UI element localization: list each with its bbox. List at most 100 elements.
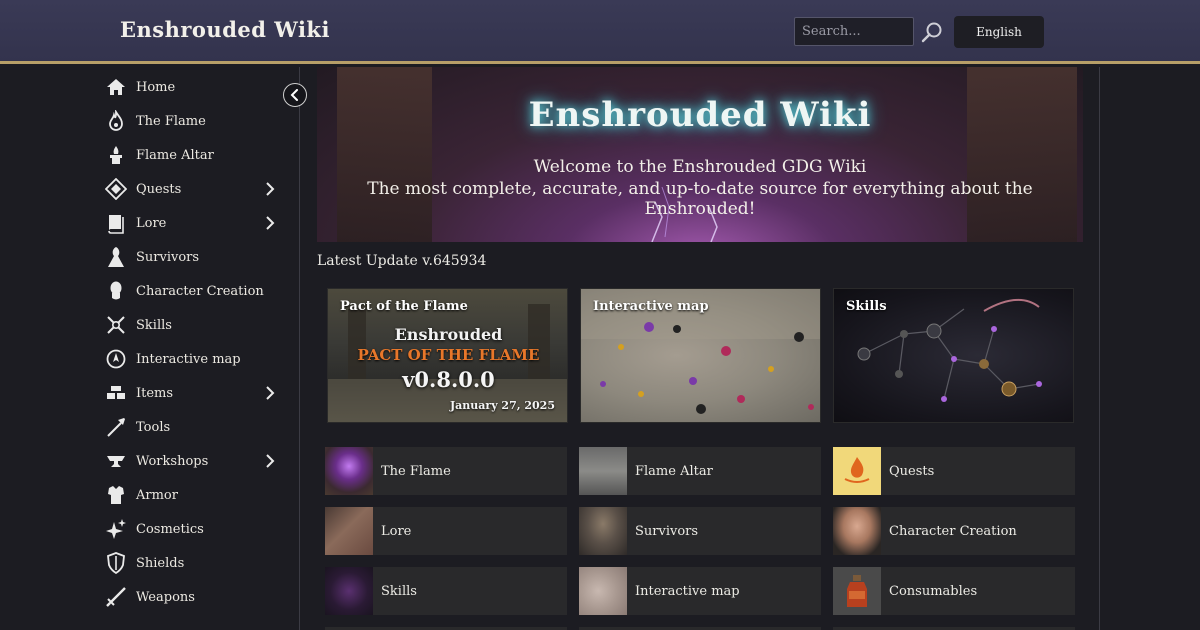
sidebar-item-label: Cosmetics — [136, 521, 204, 537]
sidebar-item-the-flame[interactable]: The Flame — [104, 106, 284, 136]
open-book-thumbnail — [325, 507, 373, 555]
sidebar-item-label: Armor — [136, 487, 178, 503]
sidebar-collapse-button[interactable] — [283, 83, 307, 107]
survivors-icon — [104, 245, 128, 269]
sidebar-item-skills[interactable]: Skills — [104, 310, 284, 340]
tile-label: Skills — [381, 583, 417, 599]
tile-label: The Flame — [381, 463, 451, 479]
search-input[interactable] — [794, 17, 914, 46]
sword-icon — [104, 585, 128, 609]
sidebar-item-label: Shields — [136, 555, 185, 571]
sidebar-item-quests[interactable]: Quests — [104, 174, 284, 204]
sparkle-icon — [104, 517, 128, 541]
tile-label: Lore — [381, 523, 412, 539]
tile-label: Interactive map — [635, 583, 740, 599]
sidebar-item-label: Skills — [136, 317, 172, 333]
chevron-left-icon — [290, 89, 298, 101]
latest-update-text: Latest Update v.645934 — [317, 253, 487, 269]
skills-icon — [104, 313, 128, 337]
sidebar-item-weapons[interactable]: Weapons — [104, 582, 284, 612]
feature-card-title: Skills — [846, 299, 887, 314]
search-button[interactable] — [920, 20, 944, 44]
tile-label: Quests — [889, 463, 935, 479]
tile-character-creation[interactable]: Character Creation — [833, 507, 1075, 555]
sidebar-item-label: Character Creation — [136, 283, 264, 299]
tile-label: Character Creation — [889, 523, 1017, 539]
skill-orbs-thumbnail — [325, 567, 373, 615]
sidebar-item-lore[interactable]: Lore — [104, 208, 284, 238]
hero-welcome-text: Welcome to the Enshrouded GDG Wiki — [533, 157, 867, 177]
sidebar-item-shields[interactable]: Shields — [104, 548, 284, 578]
sidebar-item-label: Flame Altar — [136, 147, 214, 163]
character-head-icon — [104, 279, 128, 303]
tile-interactive-map[interactable]: Interactive map — [579, 567, 821, 615]
items-icon — [104, 381, 128, 405]
sidebar-item-tools[interactable]: Tools — [104, 412, 284, 442]
character-portrait-thumbnail — [833, 507, 881, 555]
feature-card-title: Pact of the Flame — [340, 299, 468, 314]
hero-banner: Enshrouded Wiki Welcome to the Enshroude… — [317, 67, 1083, 242]
hero-logo: Enshrouded Wiki — [528, 95, 872, 135]
sidebar-item-character-creation[interactable]: Character Creation — [104, 276, 284, 306]
quest-flame-emblem-thumbnail — [833, 447, 881, 495]
anvil-icon — [104, 449, 128, 473]
armor-icon — [104, 483, 128, 507]
sidebar-item-workshops[interactable]: Workshops — [104, 446, 284, 476]
chevron-right-icon[interactable] — [264, 181, 276, 197]
hero-tagline-text: The most complete, accurate, and up-to-d… — [367, 179, 1033, 219]
sidebar-item-label: Quests — [136, 181, 182, 197]
tile-survivors[interactable]: Survivors — [579, 507, 821, 555]
feature-card-skills[interactable]: Skills — [833, 288, 1074, 423]
tile-label: Flame Altar — [635, 463, 713, 479]
tile-label: Survivors — [635, 523, 699, 539]
feature-card-title: Interactive map — [593, 299, 709, 314]
tile-consumables[interactable]: Consumables — [833, 567, 1075, 615]
sidebar-item-items[interactable]: Items — [104, 378, 284, 408]
chevron-right-icon[interactable] — [264, 453, 276, 469]
sidebar-item-cosmetics[interactable]: Cosmetics — [104, 514, 284, 544]
survivor-portrait-thumbnail — [579, 507, 627, 555]
pact-subtitle: PACT OF THE FLAME — [357, 346, 540, 364]
sidebar-item-label: Home — [136, 79, 176, 95]
tile-label: Consumables — [889, 583, 978, 599]
sidebar-item-label: Tools — [136, 419, 171, 435]
flame-icon — [104, 109, 128, 133]
language-selector[interactable]: English — [954, 16, 1044, 48]
sidebar-item-label: Workshops — [136, 453, 209, 469]
sidebar-item-flame-altar[interactable]: Flame Altar — [104, 140, 284, 170]
sidebar-item-home[interactable]: Home — [104, 72, 284, 102]
sidebar-item-label: Interactive map — [136, 351, 241, 367]
flame-cauldron-thumbnail — [325, 447, 373, 495]
map-texture-thumbnail — [579, 567, 627, 615]
sidebar-item-survivors[interactable]: Survivors — [104, 242, 284, 272]
quest-emblem-icon — [844, 457, 870, 483]
sidebar-item-label: Weapons — [136, 589, 195, 605]
search-icon — [921, 22, 942, 43]
quests-diamond-icon — [104, 177, 128, 201]
pact-version: v0.8.0.0 — [402, 367, 495, 392]
tile-quests[interactable]: Quests — [833, 447, 1075, 495]
sidebar-item-interactive-map[interactable]: Interactive map — [104, 344, 284, 374]
feature-card-pact-of-the-flame[interactable]: Pact of the Flame Enshrouded PACT OF THE… — [327, 288, 568, 423]
tile-skills[interactable]: Skills — [325, 567, 567, 615]
stone-altar-thumbnail — [579, 447, 627, 495]
potion-jar-thumbnail — [833, 567, 881, 615]
feature-card-interactive-map[interactable]: Interactive map — [580, 288, 821, 423]
tile-the-flame[interactable]: The Flame — [325, 447, 567, 495]
top-header: Enshrouded Wiki English — [0, 0, 1200, 64]
chevron-right-icon[interactable] — [264, 215, 276, 231]
chevron-right-icon[interactable] — [264, 385, 276, 401]
sidebar-item-label: Lore — [136, 215, 167, 231]
sidebar-item-armor[interactable]: Armor — [104, 480, 284, 510]
potion-jar-icon — [847, 575, 867, 607]
lore-book-icon — [104, 211, 128, 235]
map-icon — [104, 347, 128, 371]
home-icon — [104, 75, 128, 99]
sidebar-item-label: Survivors — [136, 249, 200, 265]
flame-altar-icon — [104, 143, 128, 167]
sidebar-item-label: The Flame — [136, 113, 206, 129]
site-logo[interactable]: Enshrouded Wiki — [120, 17, 330, 42]
pact-brand-logo: Enshrouded — [394, 325, 503, 344]
tile-flame-altar[interactable]: Flame Altar — [579, 447, 821, 495]
tile-lore[interactable]: Lore — [325, 507, 567, 555]
